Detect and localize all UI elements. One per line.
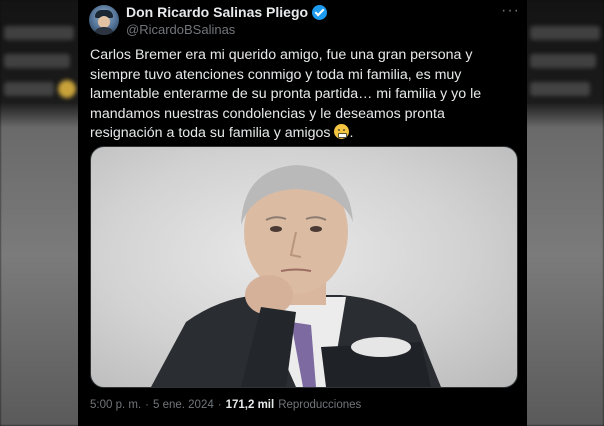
- blurred-text-line: [4, 82, 54, 96]
- views-label: Reproducciones: [278, 399, 362, 411]
- tweet-date[interactable]: 5 ene. 2024: [153, 399, 214, 411]
- views-count: 171,2 mil: [225, 399, 275, 411]
- verified-badge-icon: [312, 4, 328, 20]
- more-options-icon[interactable]: ···: [501, 2, 520, 20]
- meta-separator: ·: [217, 399, 222, 411]
- blurred-text-line: [530, 82, 590, 96]
- blurred-text-line: [4, 26, 74, 40]
- tweet-photo[interactable]: [90, 146, 518, 388]
- blurred-text-line: [4, 54, 70, 68]
- blurred-emoji: [58, 80, 76, 98]
- portrait-illustration: [151, 165, 441, 387]
- tweet-text: Carlos Bremer era mi querido amigo, fue …: [90, 46, 520, 144]
- tweet-meta: 5:00 p. m. · 5 ene. 2024 · 171,2 mil Rep…: [90, 399, 361, 411]
- blurred-text-line: [530, 54, 596, 68]
- tweet-text-end: .: [349, 125, 354, 142]
- avatar[interactable]: [89, 5, 119, 35]
- author-row: Don Ricardo Salinas Pliego: [126, 4, 328, 20]
- weary-face-emoji-icon: [334, 124, 350, 140]
- blurred-text-line: [530, 26, 600, 40]
- author-handle[interactable]: @RicardoBSalinas: [126, 22, 235, 37]
- tweet-text-main: Carlos Bremer era mi querido amigo, fue …: [90, 47, 482, 142]
- blurred-background-left: [0, 0, 78, 426]
- author-display-name[interactable]: Don Ricardo Salinas Pliego: [126, 4, 308, 20]
- tweet-time[interactable]: 5:00 p. m.: [90, 399, 141, 411]
- blurred-background-right: [526, 0, 604, 426]
- tweet-card: Don Ricardo Salinas Pliego @RicardoBSali…: [78, 0, 527, 426]
- meta-separator: ·: [145, 399, 149, 411]
